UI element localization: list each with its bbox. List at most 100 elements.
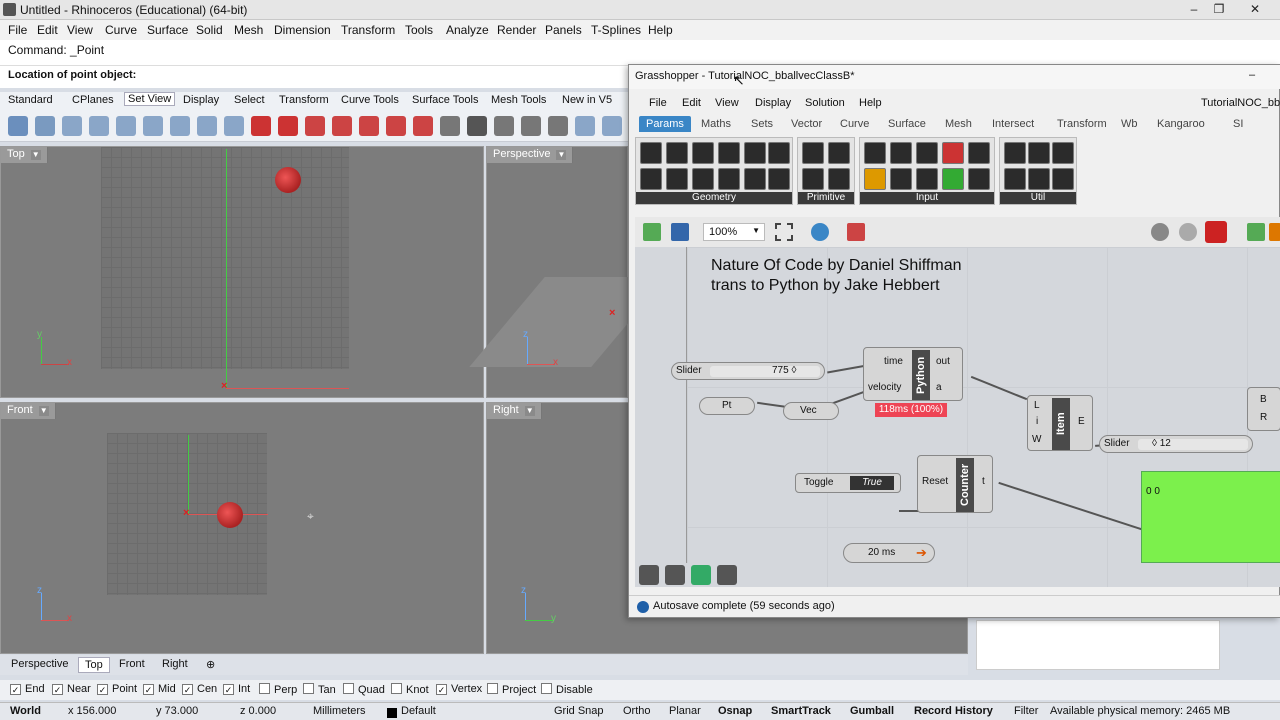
- car-perspective-icon[interactable]: [413, 116, 433, 136]
- param-icon[interactable]: [1052, 168, 1074, 190]
- osnap-tan[interactable]: Tan: [303, 683, 336, 696]
- param-icon[interactable]: [1004, 142, 1026, 164]
- widget-icon[interactable]: [691, 565, 711, 585]
- vp-tab-right[interactable]: Right: [156, 657, 194, 671]
- cplane-indicator[interactable]: World: [10, 705, 41, 717]
- param-icon[interactable]: [890, 142, 912, 164]
- gh-tab-curve[interactable]: Curve: [840, 118, 869, 130]
- tab-surface-tools[interactable]: Surface Tools: [412, 94, 478, 106]
- sketch-pen-icon[interactable]: [847, 223, 865, 241]
- osnap-checkbox[interactable]: ✓: [10, 684, 21, 695]
- zoom-selected-icon[interactable]: [143, 116, 163, 136]
- osnap-end[interactable]: ✓ End: [10, 683, 45, 695]
- gh-menu-solution[interactable]: Solution: [805, 97, 845, 109]
- gh-tab-mesh[interactable]: Mesh: [945, 118, 972, 130]
- gh-minimize-button[interactable]: –: [1249, 69, 1255, 81]
- filter-toggle[interactable]: Filter: [1014, 705, 1038, 717]
- number-slider[interactable]: Slider ◊ 12: [1099, 435, 1253, 453]
- ball-object[interactable]: [217, 502, 243, 528]
- gh-menu-display[interactable]: Display: [755, 97, 791, 109]
- menu-edit[interactable]: Edit: [37, 23, 58, 37]
- car-front-icon[interactable]: [332, 116, 352, 136]
- param-icon[interactable]: [640, 142, 662, 164]
- dropdown-arrow-icon[interactable]: ▼: [556, 150, 567, 160]
- gh-title-bar[interactable]: Grasshopper - TutorialNOC_bballvecClassB…: [629, 65, 1280, 89]
- param-icon[interactable]: [666, 168, 688, 190]
- gh-tab-si[interactable]: SI: [1233, 118, 1243, 130]
- menu-surface[interactable]: Surface: [147, 23, 188, 37]
- grid-snap-toggle[interactable]: Grid Snap: [554, 705, 604, 717]
- open-file-icon[interactable]: [643, 223, 661, 241]
- menu-transform[interactable]: Transform: [341, 23, 395, 37]
- extra-view-icon[interactable]: [602, 116, 622, 136]
- camera-red-2-icon[interactable]: [278, 116, 298, 136]
- osnap-cen[interactable]: ✓ Cen: [182, 683, 217, 695]
- param-icon[interactable]: [864, 168, 886, 190]
- gh-tab-params[interactable]: Params: [639, 116, 691, 132]
- vp-tab-top[interactable]: Top: [78, 657, 110, 673]
- menu-tsplines[interactable]: T-Splines: [591, 23, 641, 37]
- widget-icon[interactable]: [639, 565, 659, 585]
- param-icon[interactable]: [916, 168, 938, 190]
- camera-red-icon[interactable]: [251, 116, 271, 136]
- osnap-quad[interactable]: Quad: [343, 683, 385, 696]
- zoom-extents-icon[interactable]: [775, 223, 793, 241]
- menu-panels[interactable]: Panels: [545, 23, 582, 37]
- partial-component[interactable]: B R: [1247, 387, 1280, 431]
- ortho-toggle[interactable]: Ortho: [623, 705, 651, 717]
- osnap-checkbox[interactable]: ✓: [223, 684, 234, 695]
- param-icon[interactable]: [828, 142, 850, 164]
- rotate-view-icon[interactable]: [35, 116, 55, 136]
- viewport-title[interactable]: Top ▼: [1, 147, 48, 163]
- undo-view-icon[interactable]: [170, 116, 190, 136]
- gh-tab-intersect[interactable]: Intersect: [992, 118, 1034, 130]
- tab-set-view[interactable]: Set View: [124, 92, 176, 106]
- osnap-checkbox[interactable]: [343, 683, 354, 694]
- units-label[interactable]: Millimeters: [313, 705, 366, 717]
- osnap-int[interactable]: ✓ Int: [223, 683, 250, 695]
- selected-preview-icon[interactable]: [1247, 223, 1265, 241]
- osnap-checkbox[interactable]: [541, 683, 552, 694]
- param-icon[interactable]: [744, 168, 766, 190]
- tab-transform[interactable]: Transform: [279, 94, 329, 106]
- viewport-perspective[interactable]: × Perspective ▼ z x: [469, 146, 667, 398]
- osnap-checkbox[interactable]: [303, 683, 314, 694]
- menu-render[interactable]: Render: [497, 23, 536, 37]
- param-icon[interactable]: [1004, 168, 1026, 190]
- dropdown-arrow-icon[interactable]: ▼: [38, 406, 49, 416]
- save-file-icon[interactable]: [671, 223, 689, 241]
- widget-icon[interactable]: [717, 565, 737, 585]
- close-button[interactable]: ✕: [1241, 0, 1269, 18]
- place-camera-icon[interactable]: [440, 116, 460, 136]
- dropdown-arrow-icon[interactable]: ▼: [524, 406, 535, 416]
- viewport-front[interactable]: × ⌖ Front ▼ z x: [0, 402, 484, 654]
- param-icon[interactable]: [968, 168, 990, 190]
- maximize-button[interactable]: ❐: [1205, 0, 1233, 18]
- tab-standard[interactable]: Standard: [8, 94, 53, 106]
- osnap-checkbox[interactable]: ✓: [182, 684, 193, 695]
- gh-canvas[interactable]: Nature Of Code by Daniel Shiffman trans …: [635, 247, 1280, 587]
- viewport-title[interactable]: Right ▼: [487, 403, 542, 419]
- tab-mesh-tools[interactable]: Mesh Tools: [491, 94, 546, 106]
- param-icon[interactable]: [968, 142, 990, 164]
- viewport-title[interactable]: Perspective ▼: [487, 147, 574, 163]
- redo-view-icon[interactable]: [197, 116, 217, 136]
- menu-tools[interactable]: Tools: [405, 23, 433, 37]
- counter-component[interactable]: Reset t Counter: [917, 455, 993, 513]
- record-history-toggle[interactable]: Record History: [914, 705, 993, 717]
- gh-tab-wb[interactable]: Wb: [1121, 118, 1138, 130]
- output-panel[interactable]: 0 0: [1141, 471, 1280, 563]
- menu-file[interactable]: File: [8, 23, 27, 37]
- vp-tab-perspective[interactable]: Perspective: [5, 657, 74, 671]
- number-slider[interactable]: Slider 775 ◊: [671, 362, 825, 380]
- boolean-toggle[interactable]: Toggle True: [795, 473, 901, 493]
- osnap-toggle[interactable]: Osnap: [718, 705, 752, 717]
- param-icon[interactable]: [640, 168, 662, 190]
- param-icon[interactable]: [916, 142, 938, 164]
- vector-param[interactable]: Vec: [783, 402, 839, 420]
- osnap-perp[interactable]: Perp: [259, 683, 297, 696]
- viewport-title[interactable]: Front ▼: [1, 403, 56, 419]
- param-icon[interactable]: [942, 142, 964, 164]
- add-viewport-tab-button[interactable]: ⊕: [200, 657, 221, 672]
- layer-name[interactable]: Default: [401, 705, 436, 717]
